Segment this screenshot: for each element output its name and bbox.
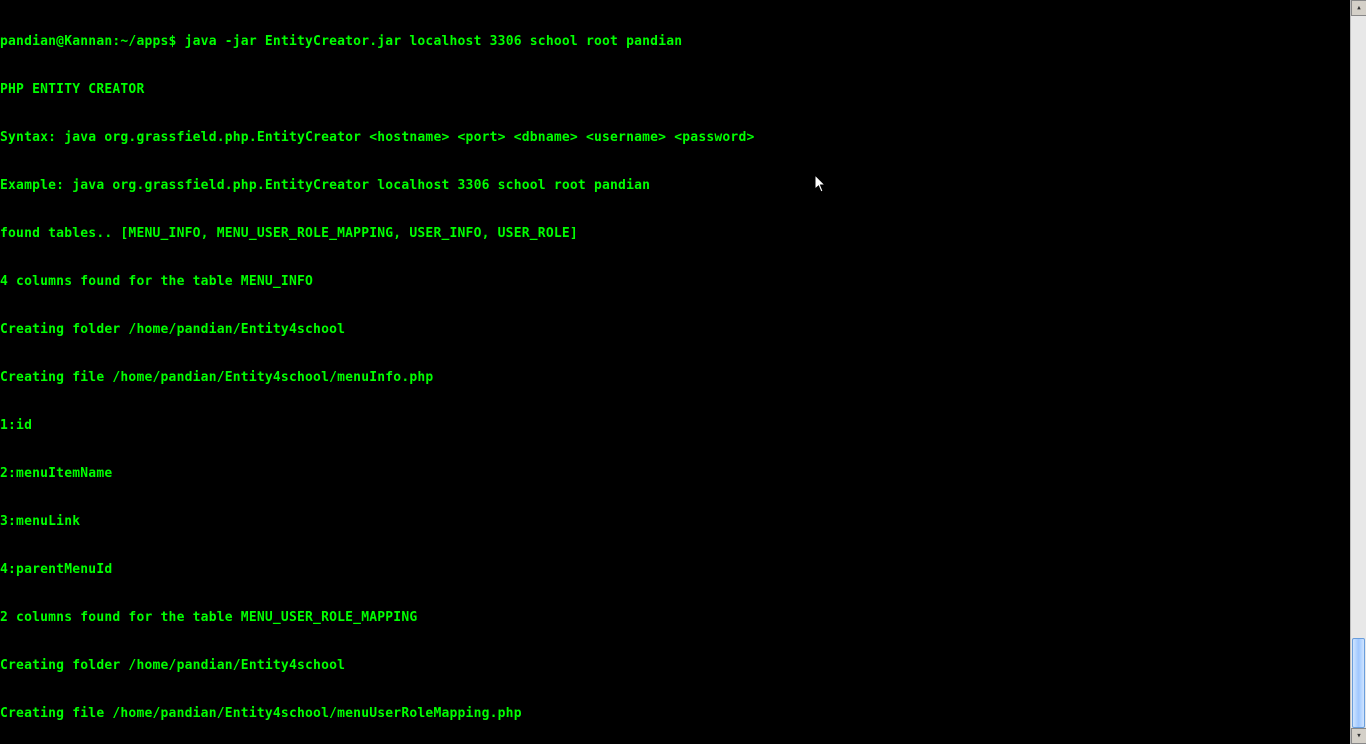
output-line: 3:menuLink [0, 514, 1350, 530]
output-line: Example: java org.grassfield.php.EntityC… [0, 178, 1350, 194]
terminal-output[interactable]: pandian@Kannan:~/apps$ java -jar EntityC… [0, 0, 1350, 744]
output-line: PHP ENTITY CREATOR [0, 82, 1350, 98]
output-line: 1:id [0, 418, 1350, 434]
prompt: pandian@Kannan:~/apps$ [0, 34, 185, 49]
output-line: Syntax: java org.grassfield.php.EntityCr… [0, 130, 1350, 146]
output-line: 4 columns found for the table MENU_INFO [0, 274, 1350, 290]
terminal-window: pandian@Kannan:~/apps$ java -jar EntityC… [0, 0, 1366, 744]
chevron-down-icon: ▾ [1356, 731, 1361, 741]
output-line: Creating folder /home/pandian/Entity4sch… [0, 658, 1350, 674]
output-line: Creating file /home/pandian/Entity4schoo… [0, 706, 1350, 722]
output-line: 2 columns found for the table MENU_USER_… [0, 610, 1350, 626]
scrollbar-thumb[interactable] [1352, 638, 1365, 728]
output-line: found tables.. [MENU_INFO, MENU_USER_ROL… [0, 226, 1350, 242]
output-line: 2:menuItemName [0, 466, 1350, 482]
chevron-up-icon: ▴ [1356, 3, 1361, 13]
output-line: Creating file /home/pandian/Entity4schoo… [0, 370, 1350, 386]
command-line: pandian@Kannan:~/apps$ java -jar EntityC… [0, 34, 1350, 50]
scrollbar-track[interactable] [1351, 16, 1366, 728]
scroll-down-button[interactable]: ▾ [1351, 728, 1366, 744]
scroll-up-button[interactable]: ▴ [1351, 0, 1366, 16]
output-line: 4:parentMenuId [0, 562, 1350, 578]
command-text: java -jar EntityCreator.jar localhost 33… [185, 34, 683, 49]
output-line: Creating folder /home/pandian/Entity4sch… [0, 322, 1350, 338]
vertical-scrollbar[interactable]: ▴ ▾ [1350, 0, 1366, 744]
